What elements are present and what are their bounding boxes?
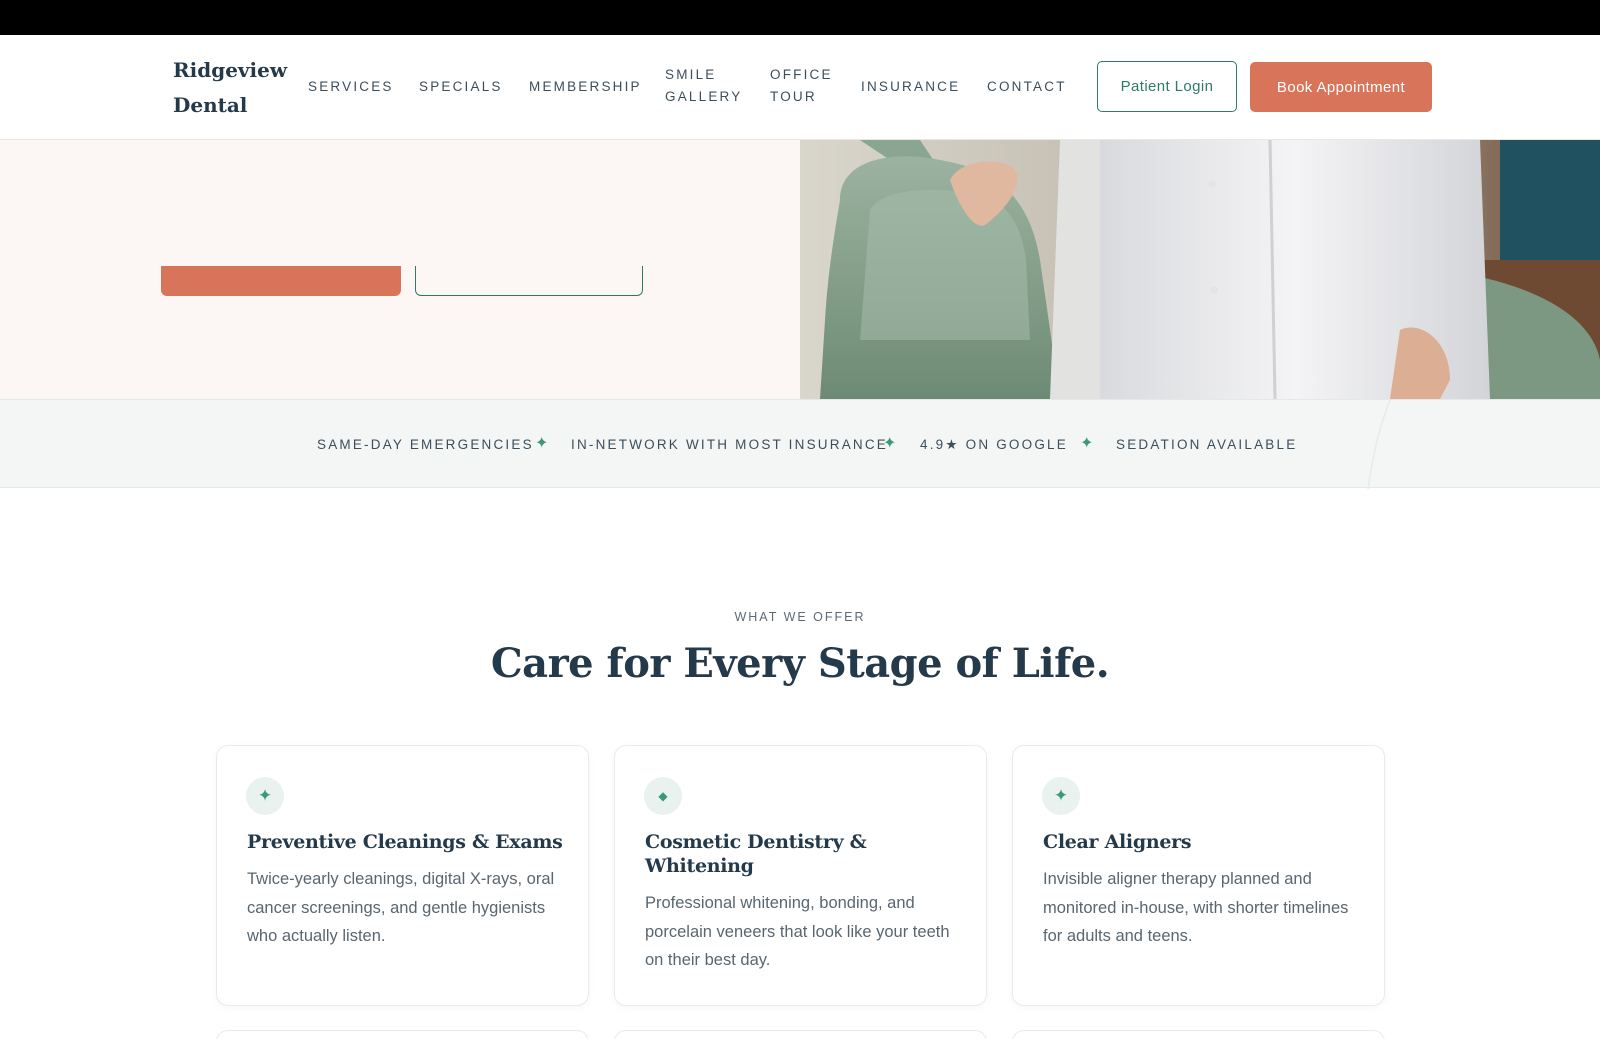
sparkle-icon: ✦ xyxy=(1042,777,1080,815)
service-card-title: Preventive Cleanings & Exams xyxy=(247,831,563,853)
hero-primary-button[interactable] xyxy=(161,266,401,296)
section-eyebrow: WHAT WE OFFER xyxy=(734,610,866,624)
service-card-title: Cosmetic Dentistry & Whitening xyxy=(645,831,867,877)
nav-item-office-tour[interactable]: OFFICE TOUR xyxy=(770,64,833,108)
nav-item-office-tour-line1: OFFICE xyxy=(770,67,833,82)
patient-login-button[interactable]: Patient Login xyxy=(1097,61,1237,112)
service-card-description: Professional whitening, bonding, and por… xyxy=(645,894,950,969)
trust-item-insurance: IN-NETWORK WITH MOST INSURANCE xyxy=(571,437,888,452)
brand-name-line1: Ridgeview xyxy=(173,58,288,82)
nav-item-services[interactable]: SERVICES xyxy=(308,76,394,98)
nav-item-insurance[interactable]: INSURANCE xyxy=(861,76,960,98)
nav-item-contact[interactable]: CONTACT xyxy=(987,76,1067,98)
trust-strip: SAME-DAY EMERGENCIES ✦ IN-NETWORK WITH M… xyxy=(0,399,1600,489)
nav-item-office-tour-line2: TOUR xyxy=(770,89,817,104)
sparkle-icon: ✦ xyxy=(1080,435,1094,452)
trust-item-google-rating: 4.9★ ON GOOGLE xyxy=(920,437,1068,452)
hero-photo-dentist xyxy=(800,140,1600,399)
brand-logo[interactable]: Ridgeview Dental xyxy=(173,53,288,123)
service-card-title: Clear Aligners xyxy=(1043,831,1192,853)
service-card-next-row[interactable] xyxy=(216,1030,589,1039)
service-card-preventive[interactable]: ✦ Preventive Cleanings & Exams Twice-yea… xyxy=(216,745,589,1006)
hero-photo-illustration xyxy=(800,140,1600,399)
sparkle-icon: ✦ xyxy=(883,435,897,452)
nav-item-smile-gallery-line1: SMILE xyxy=(665,67,717,82)
section-title: Care for Every Stage of Life. xyxy=(490,640,1110,687)
sparkle-icon: ✦ xyxy=(246,777,284,815)
diamond-icon: ◆ xyxy=(644,777,682,815)
nav-item-smile-gallery-line2: GALLERY xyxy=(665,89,743,104)
trust-item-emergencies: SAME-DAY EMERGENCIES xyxy=(317,437,534,452)
browser-top-bar xyxy=(0,0,1600,35)
book-appointment-button[interactable]: Book Appointment xyxy=(1250,62,1432,112)
trust-item-sedation: SEDATION AVAILABLE xyxy=(1116,437,1298,452)
sparkle-icon: ✦ xyxy=(535,435,549,452)
service-card-cosmetic[interactable]: ◆ Cosmetic Dentistry & Whitening Profess… xyxy=(614,745,987,1006)
service-card-description: Twice-yearly cleanings, digital X-rays, … xyxy=(247,870,555,945)
service-card-aligners[interactable]: ✦ Clear Aligners Invisible aligner thera… xyxy=(1012,745,1385,1006)
service-card-next-row[interactable] xyxy=(614,1030,987,1039)
nav-item-smile-gallery[interactable]: SMILE GALLERY xyxy=(665,64,742,108)
service-card-next-row[interactable] xyxy=(1012,1030,1385,1039)
service-card-description: Invisible aligner therapy planned and mo… xyxy=(1043,870,1349,945)
nav-item-specials[interactable]: SPECIALS xyxy=(419,76,503,98)
site-header: Ridgeview Dental SERVICES SPECIALS MEMBE… xyxy=(0,35,1600,140)
brand-name-line2: Dental xyxy=(173,93,248,117)
nav-item-membership[interactable]: MEMBERSHIP xyxy=(529,76,642,98)
hero-secondary-button[interactable] xyxy=(415,266,643,296)
hero-section xyxy=(0,140,800,399)
